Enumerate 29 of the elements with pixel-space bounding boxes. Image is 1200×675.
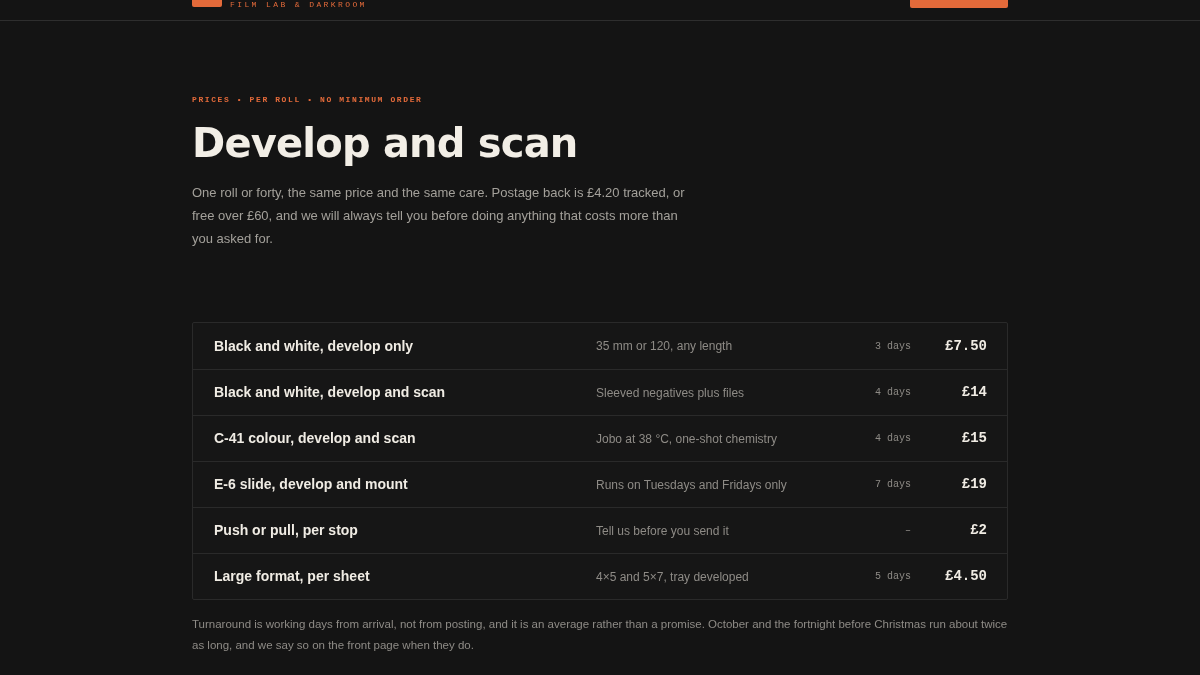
service-name: Black and white, develop and scan (214, 383, 447, 402)
eyebrow: PRICES • PER ROLL • NO MINIMUM ORDER (192, 94, 424, 106)
service-detail: Jobo at 38 °C, one-shot chemistry (596, 430, 778, 448)
service-name: C-41 colour, develop and scan (214, 429, 417, 448)
service-name: Large format, per sheet (214, 567, 371, 586)
service-detail: Tell us before you send it (596, 522, 730, 540)
turnaround: – (904, 524, 911, 538)
price: £2 (969, 521, 987, 540)
tagline: FILM LAB & DARKROOM (230, 0, 367, 10)
turnaround: 4 days (874, 386, 911, 400)
price: £19 (960, 475, 987, 494)
turnaround: 3 days (874, 339, 911, 354)
footnote: Turnaround is working days from arrival, not from posting, and it is an average rather than a promise. October and the fortnight before Christmas run about twice as long, and we say so on the front page when they do. (192, 617, 1008, 653)
intro-text: One roll or forty, the same price and the same care. Postage back is £4.20 tracked, or free over £60, and we will always tell you before doing anything that costs more than you asked for. (192, 184, 686, 248)
price: £14 (960, 383, 987, 402)
price: £7.50 (944, 336, 987, 356)
service-detail: 4×5 and 5×7, tray developed (596, 568, 750, 586)
service-detail: Sleeved negatives plus files (596, 384, 746, 402)
service-detail: Runs on Tuesdays and Fridays only (596, 476, 788, 494)
page-title: Develop and scan (192, 119, 579, 167)
turnaround: 5 days (874, 570, 911, 584)
price: £4.50 (944, 567, 987, 586)
service-name: Push or pull, per stop (214, 521, 359, 540)
service-detail: 35 mm or 120, any length (596, 338, 734, 355)
service-name: E-6 slide, develop and mount (214, 475, 409, 494)
service-name: Black and white, develop only (214, 336, 415, 356)
price: £15 (960, 429, 987, 448)
turnaround: 4 days (874, 432, 911, 446)
turnaround: 7 days (874, 478, 911, 492)
